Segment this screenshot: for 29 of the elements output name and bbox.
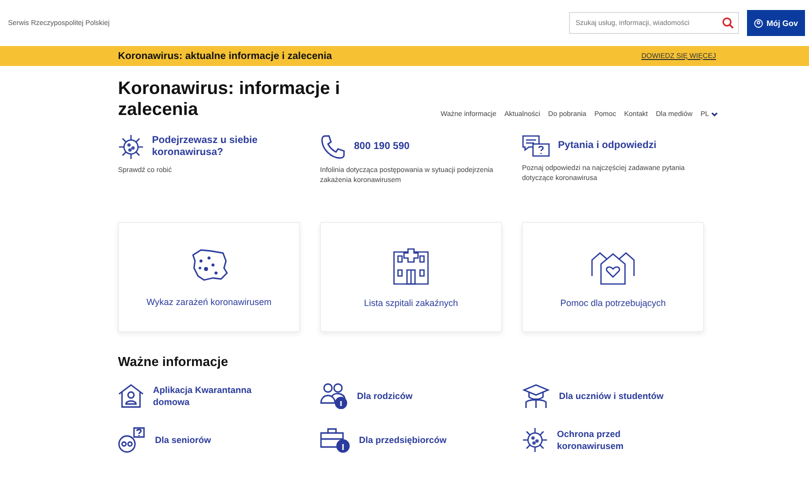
- quick-link[interactable]: Pytania i odpowiedzi: [558, 140, 688, 152]
- page-title: Koronawirus: informacje i zalecenia: [118, 78, 342, 120]
- banner-text: Koronawirus: aktualne informacje i zalecenia: [118, 50, 332, 62]
- info-link[interactable]: Ochrona przed koronawirusem: [557, 428, 677, 452]
- hospital-icon: [391, 246, 431, 286]
- info-link[interactable]: Dla przedsiębiorców: [359, 434, 479, 446]
- senior-question-icon: [118, 427, 146, 453]
- house-person-icon: [118, 383, 144, 409]
- tile-card[interactable]: Wykaz zarażeń koronawirusem: [118, 222, 300, 332]
- user-icon: [754, 18, 764, 28]
- briefcase-info-icon: [320, 427, 350, 453]
- account-button[interactable]: Mój Gov: [747, 10, 805, 36]
- people-info-icon: [320, 383, 348, 409]
- chevron-down-icon: [711, 112, 718, 117]
- quick-link[interactable]: 800 190 590: [354, 141, 484, 153]
- info-link[interactable]: Dla uczniów i studentów: [559, 390, 679, 402]
- phone-icon: [320, 134, 346, 160]
- quick-link[interactable]: Podejrzewasz u siebie koronawirusa?: [152, 135, 282, 159]
- virus-icon: [522, 427, 548, 453]
- graduation-cap-icon: [522, 383, 550, 409]
- info-link[interactable]: Dla rodziców: [357, 390, 477, 402]
- tile-card[interactable]: Lista szpitali zakaźnych: [320, 222, 502, 332]
- tile-card[interactable]: Pomoc dla potrzebujących: [522, 222, 704, 332]
- section-heading: Ważne informacje: [118, 354, 230, 369]
- search-icon: [722, 16, 734, 29]
- chat-question-icon: [522, 134, 550, 158]
- info-link[interactable]: Dla seniorów: [155, 434, 275, 446]
- virus-icon: [118, 134, 144, 160]
- info-link[interactable]: Aplikacja Kwarantanna domowa: [153, 384, 273, 408]
